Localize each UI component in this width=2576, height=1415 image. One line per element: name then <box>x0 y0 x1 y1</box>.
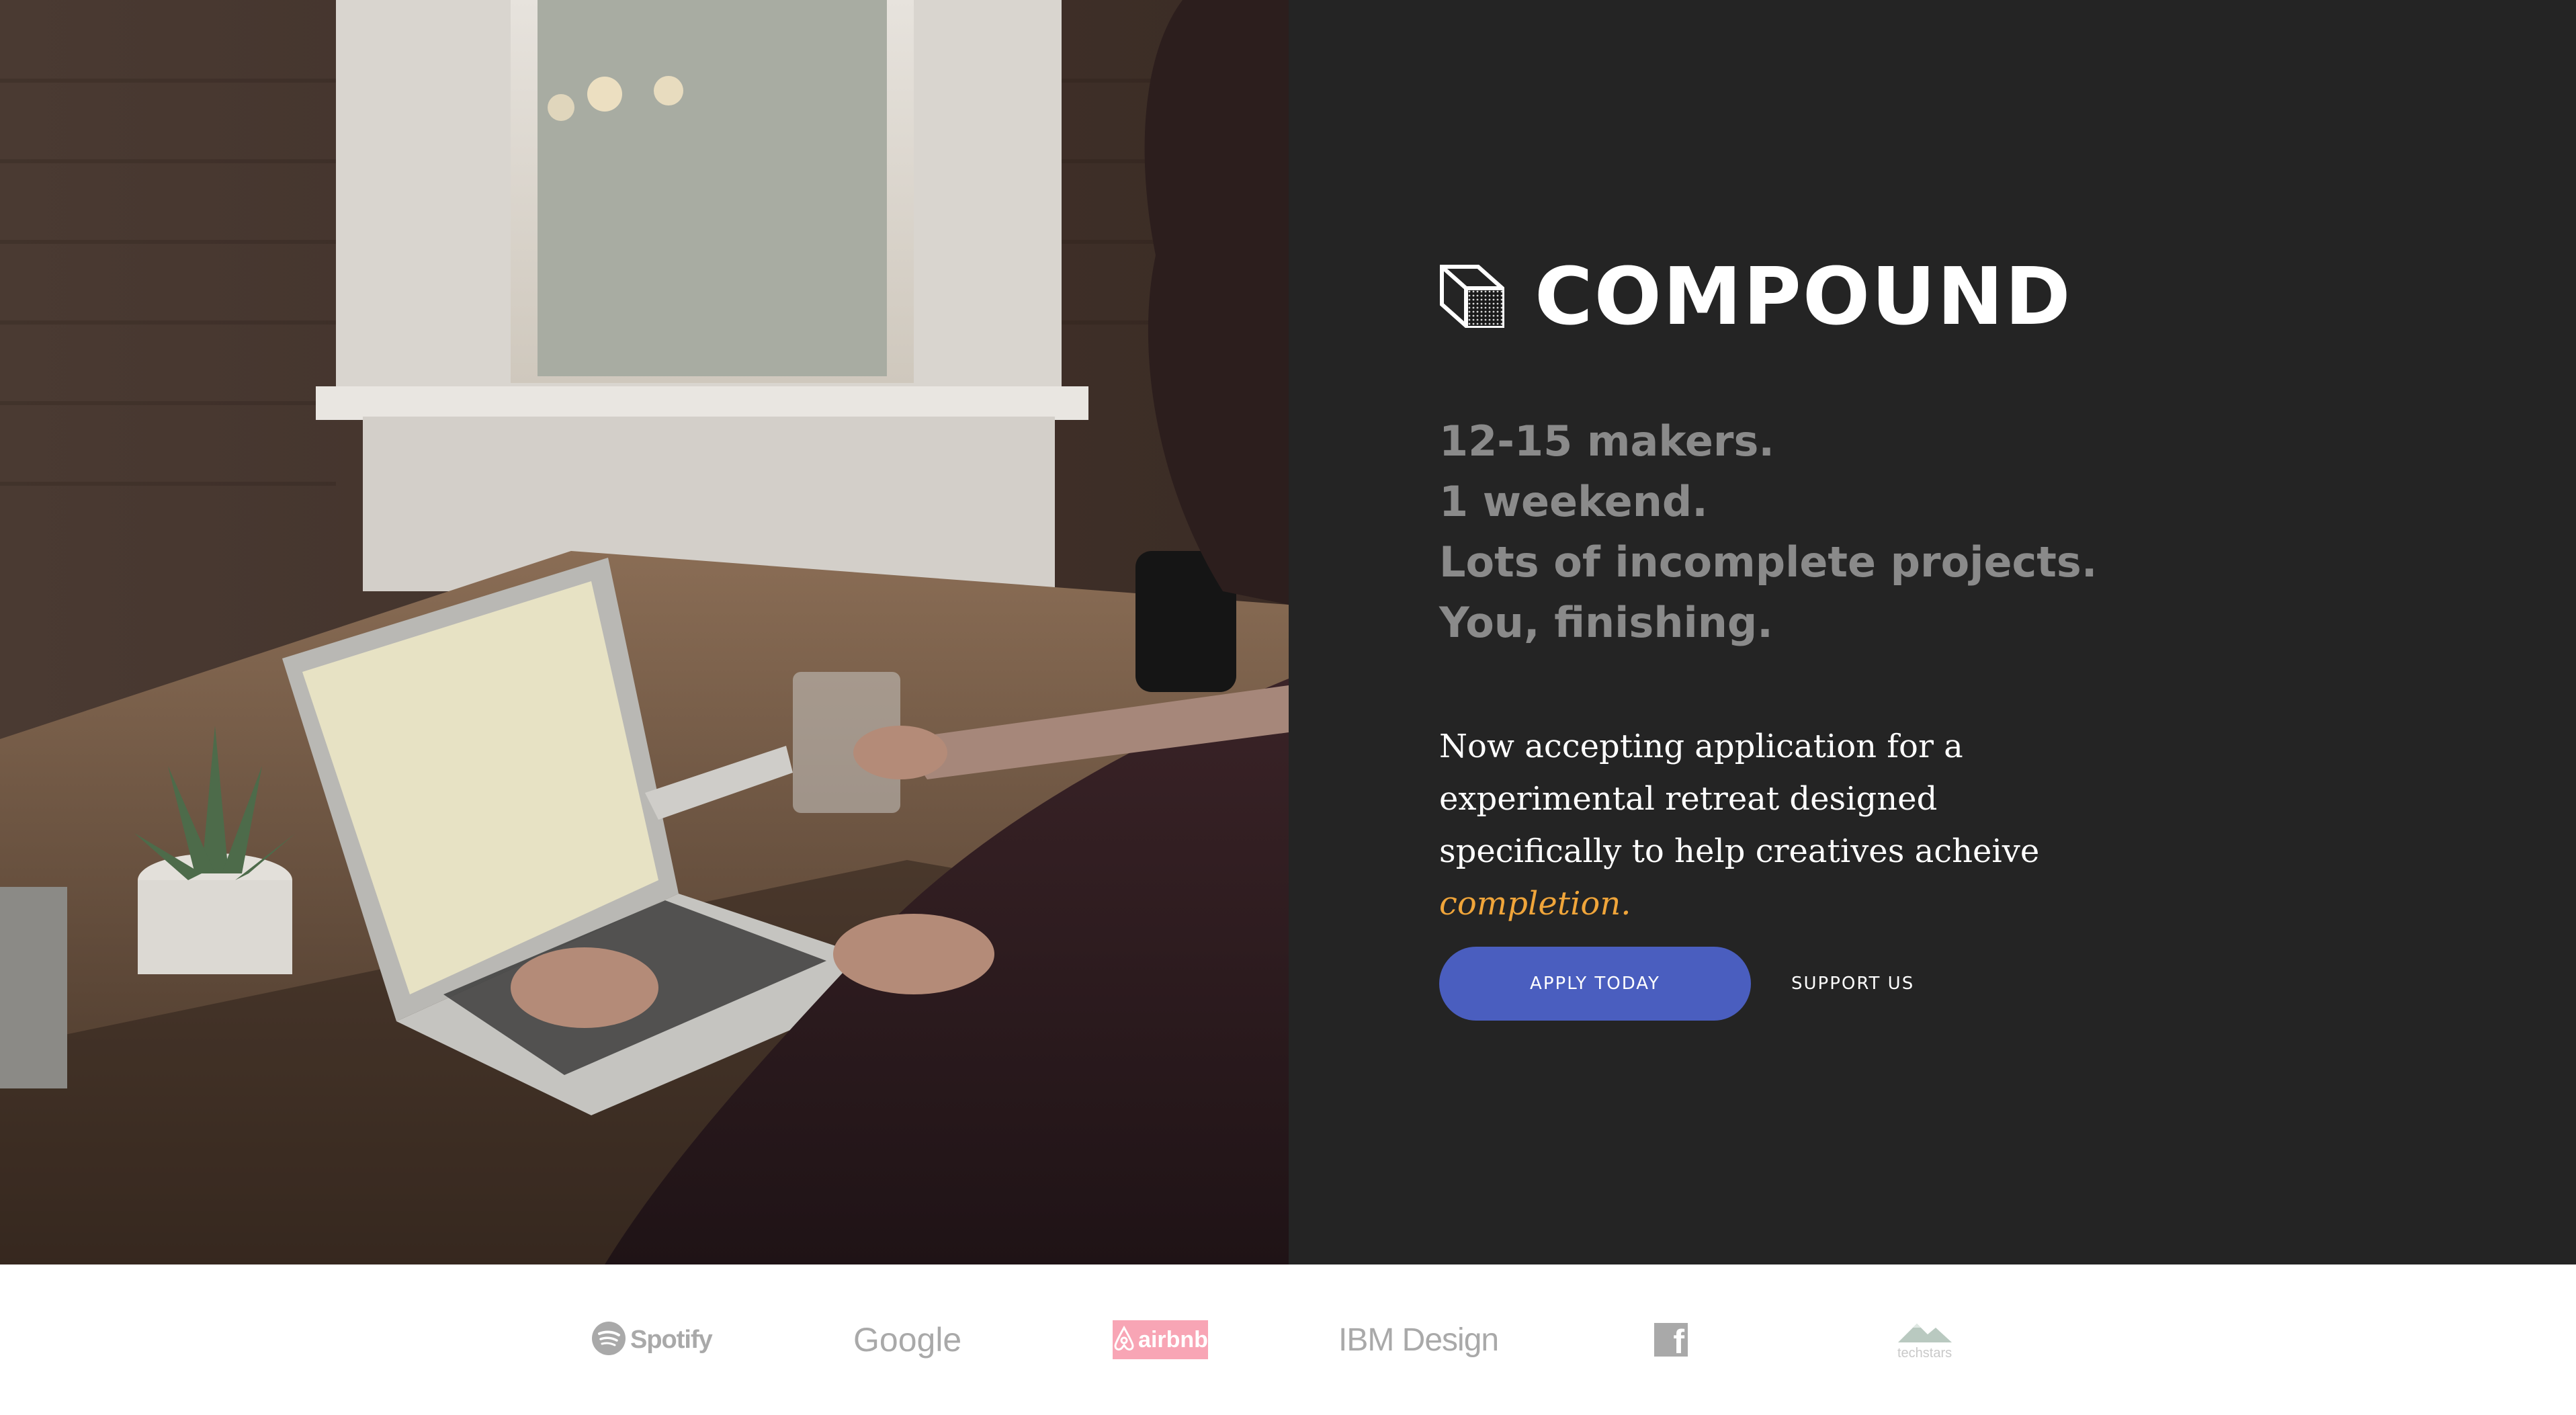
tagline: Lots of incomplete projects. <box>1439 538 2098 587</box>
ibm-design-logo: IBM Design <box>1338 1264 1499 1415</box>
mountain-icon <box>1897 1318 1952 1346</box>
spotify-wordmark: Spotify <box>630 1325 713 1354</box>
airbnb-icon <box>1113 1325 1135 1355</box>
hero-photo <box>0 0 1289 1264</box>
cube-logo-icon <box>1439 261 1506 332</box>
description-highlight: completion. <box>1439 885 1631 923</box>
ibm-design-wordmark: IBM Design <box>1338 1322 1499 1358</box>
spotify-logo: Spotify <box>591 1264 713 1415</box>
partner-logos: Spotify Google airbnb IBM Design f techs… <box>0 1264 2576 1415</box>
support-us-link[interactable]: SUPPORT US <box>1791 947 1914 1021</box>
tagline: 1 weekend. <box>1439 477 1708 526</box>
facebook-logo: f <box>1654 1264 1688 1415</box>
techstars-logo: techstars <box>1897 1264 1952 1415</box>
brand[interactable]: COMPOUND <box>1439 250 2072 343</box>
apply-today-button[interactable]: APPLY TODAY <box>1439 947 1751 1021</box>
tagline-list: 12-15 makers. 1 weekend. Lots of incompl… <box>1439 411 2097 653</box>
tagline: You, finishing. <box>1439 598 1773 647</box>
description-text: Now accepting application for a experime… <box>1439 728 2040 870</box>
hero-panel: COMPOUND 12-15 makers. 1 weekend. Lots o… <box>1289 0 2576 1264</box>
airbnb-wordmark: airbnb <box>1138 1326 1208 1353</box>
google-logo: Google <box>853 1264 961 1415</box>
google-wordmark: Google <box>853 1321 962 1359</box>
brand-name: COMPOUND <box>1535 250 2072 343</box>
tagline: 12-15 makers. <box>1439 417 1774 466</box>
spotify-icon <box>591 1321 626 1359</box>
facebook-icon: f <box>1673 1323 1684 1361</box>
airbnb-logo: airbnb <box>1113 1264 1208 1415</box>
hero-description: Now accepting application for a experime… <box>1439 720 2071 930</box>
techstars-wordmark: techstars <box>1897 1346 1952 1361</box>
hero-section: COMPOUND 12-15 makers. 1 weekend. Lots o… <box>0 0 2576 1264</box>
